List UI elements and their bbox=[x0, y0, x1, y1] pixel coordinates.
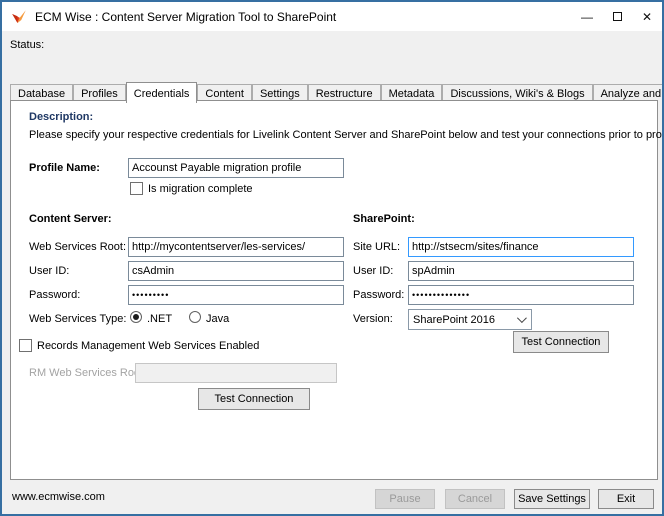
maximize-button[interactable] bbox=[602, 2, 632, 31]
maximize-icon bbox=[613, 12, 622, 21]
minimize-button[interactable]: — bbox=[572, 2, 602, 31]
is-migration-complete-checkbox[interactable] bbox=[130, 182, 143, 195]
website-link[interactable]: www.ecmwise.com bbox=[12, 491, 105, 503]
description-text: Please specify your respective credentia… bbox=[29, 129, 664, 141]
pause-button: Pause bbox=[375, 489, 435, 509]
title-bar: ECM Wise : Content Server Migration Tool… bbox=[2, 2, 662, 31]
rm-web-services-enabled-label: Records Management Web Services Enabled bbox=[37, 340, 259, 352]
cs-test-connection-button[interactable]: Test Connection bbox=[198, 388, 310, 410]
ws-type-dotnet-label: .NET bbox=[147, 313, 172, 325]
status-bar: Status: bbox=[2, 31, 662, 80]
sp-password-label: Password: bbox=[353, 289, 404, 301]
ws-type-java-label: Java bbox=[206, 313, 229, 325]
ws-type-dotnet-radio[interactable] bbox=[130, 311, 142, 323]
is-migration-complete-label: Is migration complete bbox=[148, 183, 253, 195]
sp-user-id-label: User ID: bbox=[353, 265, 393, 277]
sharepoint-heading: SharePoint: bbox=[353, 213, 415, 225]
profile-name-input[interactable] bbox=[128, 158, 344, 178]
footer-bar: www.ecmwise.com Pause Cancel Save Settin… bbox=[2, 480, 662, 514]
rm-web-services-root-input bbox=[135, 363, 337, 383]
description-heading: Description: bbox=[29, 111, 93, 123]
cs-web-services-root-input[interactable] bbox=[128, 237, 344, 257]
sp-test-connection-button[interactable]: Test Connection bbox=[513, 331, 609, 353]
rm-web-services-root-label: RM Web Services Root: bbox=[29, 367, 146, 379]
app-logo-icon bbox=[10, 8, 28, 26]
sp-password-input[interactable] bbox=[408, 285, 634, 305]
cs-password-label: Password: bbox=[29, 289, 80, 301]
status-label: Status: bbox=[10, 39, 44, 51]
window-title: ECM Wise : Content Server Migration Tool… bbox=[35, 10, 336, 24]
cancel-button: Cancel bbox=[445, 489, 505, 509]
credentials-tab-page: Description: Please specify your respect… bbox=[10, 100, 658, 480]
sp-user-id-input[interactable] bbox=[408, 261, 634, 281]
tab-strip: Database Profiles Credentials Content Se… bbox=[10, 82, 654, 101]
cs-web-services-root-label: Web Services Root: bbox=[29, 241, 126, 253]
chevron-down-icon bbox=[517, 313, 527, 323]
sp-version-dropdown[interactable]: SharePoint 2016 bbox=[408, 309, 532, 330]
rm-web-services-enabled-checkbox[interactable] bbox=[19, 339, 32, 352]
sp-version-value: SharePoint 2016 bbox=[413, 314, 495, 326]
tab-credentials[interactable]: Credentials bbox=[126, 82, 198, 103]
cs-password-input[interactable] bbox=[128, 285, 344, 305]
profile-name-label: Profile Name: bbox=[29, 162, 100, 174]
exit-button[interactable]: Exit bbox=[598, 489, 654, 509]
content-server-heading: Content Server: bbox=[29, 213, 112, 225]
sp-site-url-input[interactable] bbox=[408, 237, 634, 257]
cs-web-services-type-label: Web Services Type: bbox=[29, 313, 126, 325]
sp-version-label: Version: bbox=[353, 313, 393, 325]
app-window: ECM Wise : Content Server Migration Tool… bbox=[0, 0, 664, 516]
ws-type-java-radio[interactable] bbox=[189, 311, 201, 323]
sp-site-url-label: Site URL: bbox=[353, 241, 400, 253]
cs-user-id-label: User ID: bbox=[29, 265, 69, 277]
close-button[interactable]: ✕ bbox=[632, 2, 662, 31]
cs-user-id-input[interactable] bbox=[128, 261, 344, 281]
save-settings-button[interactable]: Save Settings bbox=[514, 489, 590, 509]
